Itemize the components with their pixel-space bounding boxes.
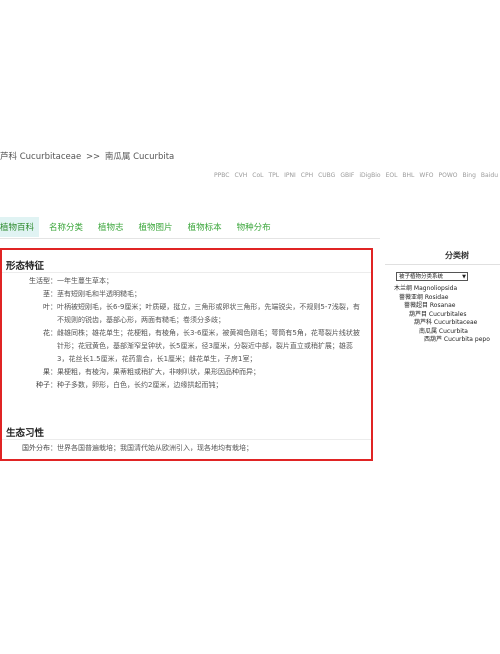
morphology-row: 叶： 叶柄被短刚毛，长6-9厘米；叶质硬，挺立，三角形或卵状三角形，先端锐尖，不规…	[2, 301, 371, 327]
select-value: 被子植物分类系统	[399, 274, 444, 280]
external-link[interactable]: GBIF	[340, 172, 354, 179]
external-link[interactable]: CoL	[252, 172, 263, 179]
breadcrumb-family-link[interactable]: 芦科 Cucurbitaceae	[0, 152, 81, 162]
ecology-row: 国外分布： 世界各国普遍栽培；我国清代始从欧洲引入，现各地均有栽培；	[2, 442, 371, 455]
external-link[interactable]: Bing	[463, 172, 476, 179]
external-link[interactable]: TPL	[268, 172, 279, 179]
external-link[interactable]: iDigBio	[359, 172, 380, 179]
morphology-row: 茎： 茎有短刚毛和半透明糙毛；	[2, 288, 371, 301]
external-link[interactable]: Baidu	[481, 172, 498, 179]
external-link[interactable]: CVH	[234, 172, 247, 179]
row-value: 叶柄被短刚毛，长6-9厘米；叶质硬，挺立，三角形或卵状三角形，先端锐尖，不规则5…	[57, 303, 360, 324]
tree-node[interactable]: 木兰纲 Magnoliopsida	[394, 285, 490, 294]
content-panel: 形态特征 生活型： 一年生蔓生草本； 茎： 茎有短刚毛和半透明糙毛； 叶： 叶柄被短刚毛，…	[0, 248, 373, 461]
ecology-list: 国外分布： 世界各国普遍栽培；我国清代始从欧洲引入，现各地均有栽培；	[2, 442, 371, 455]
taxonomy-tree: 木兰纲 Magnoliopsida 蔷薇亚纲 Rosidae 蔷薇超目 Rosana…	[394, 285, 490, 345]
tab-item[interactable]: 植物图片	[139, 221, 173, 233]
morphology-row: 花： 雌雄同株；雄花单生；花梗粗，有棱角，长3-6厘米，被黄褐色刚毛；萼筒有5角，…	[2, 327, 371, 366]
row-label: 叶：	[43, 303, 57, 311]
morphology-row: 果： 果梗粗，有棱沟，果蒂粗或稍扩大，非喇叭状，果形因品种而异；	[2, 366, 371, 379]
external-link[interactable]: CUBG	[318, 172, 335, 179]
row-label: 种子：	[36, 381, 57, 389]
external-link[interactable]: EOL	[386, 172, 398, 179]
row-value: 种子多数，卵形，白色，长约2厘米，边缘拱起而钝；	[57, 381, 223, 389]
external-link[interactable]: POWO	[439, 172, 458, 179]
row-value: 一年生蔓生草本；	[57, 277, 113, 285]
row-label: 国外分布：	[22, 444, 57, 452]
external-link[interactable]: PPBC	[214, 172, 229, 179]
row-label: 花：	[43, 329, 57, 337]
row-label: 生活型：	[29, 277, 57, 285]
external-links-bar: PPBC CVH CoL TPL IPNI CPH CUBG GBIF iDigBio EOL BH…	[209, 172, 498, 179]
ecology-title: 生态习性	[6, 428, 45, 439]
external-link[interactable]: BHL	[402, 172, 414, 179]
tree-node[interactable]: 蔷薇亚纲 Rosidae	[394, 294, 490, 303]
tab-item[interactable]: 植物志	[98, 221, 124, 233]
morphology-title: 形态特征	[6, 261, 45, 272]
tree-node[interactable]: 西葫芦 Cucurbita pepo	[394, 336, 490, 345]
tab-bar: 植物百科 名称分类 植物志 植物图片 植物标本 物种分布	[0, 217, 286, 237]
sidebar-divider	[385, 264, 500, 265]
row-label: 果：	[43, 368, 57, 376]
tab-divider	[0, 238, 380, 239]
row-value: 雌雄同株；雄花单生；花梗粗，有棱角，长3-6厘米，被黄褐色刚毛；萼筒有5角，花萼…	[57, 329, 360, 363]
tab-item[interactable]: 植物百科	[0, 217, 40, 237]
row-value: 茎有短刚毛和半透明糙毛；	[57, 290, 141, 298]
row-label: 茎：	[43, 290, 57, 298]
tree-node[interactable]: 蔷薇超目 Rosanae	[394, 302, 490, 311]
sidebar-title: 分类树	[445, 251, 469, 260]
morphology-row: 种子： 种子多数，卵形，白色，长约2厘米，边缘拱起而钝；	[2, 379, 371, 392]
classification-system-select[interactable]: 被子植物分类系统 ▼	[396, 272, 468, 281]
breadcrumb-separator: >>	[85, 152, 101, 162]
row-value: 世界各国普遍栽培；我国清代始从欧洲引入，现各地均有栽培；	[57, 444, 253, 452]
breadcrumb: 芦科 Cucurbitaceae >> 南瓜属 Cucurbita	[0, 150, 174, 162]
tree-node[interactable]: 南瓜属 Cucurbita	[394, 328, 490, 337]
tree-node[interactable]: 葫芦目 Cucurbitales	[394, 311, 490, 320]
chevron-down-icon: ▼	[462, 274, 466, 280]
tab-item[interactable]: 名称分类	[49, 221, 83, 233]
tab-item[interactable]: 植物标本	[188, 221, 222, 233]
ecology-divider	[2, 439, 371, 440]
external-link[interactable]: WFO	[419, 172, 433, 179]
tab-item[interactable]: 物种分布	[237, 221, 271, 233]
external-link[interactable]: IPNI	[284, 172, 296, 179]
morphology-list: 生活型： 一年生蔓生草本； 茎： 茎有短刚毛和半透明糙毛； 叶： 叶柄被短刚毛，长6-9厘…	[2, 275, 371, 392]
row-value: 果梗粗，有棱沟，果蒂粗或稍扩大，非喇叭状，果形因品种而异；	[57, 368, 260, 376]
morphology-row: 生活型： 一年生蔓生草本；	[2, 275, 371, 288]
breadcrumb-genus-link[interactable]: 南瓜属 Cucurbita	[105, 152, 174, 162]
tree-node[interactable]: 葫芦科 Cucurbitaceae	[394, 319, 490, 328]
morphology-divider	[2, 272, 371, 273]
external-link[interactable]: CPH	[301, 172, 313, 179]
